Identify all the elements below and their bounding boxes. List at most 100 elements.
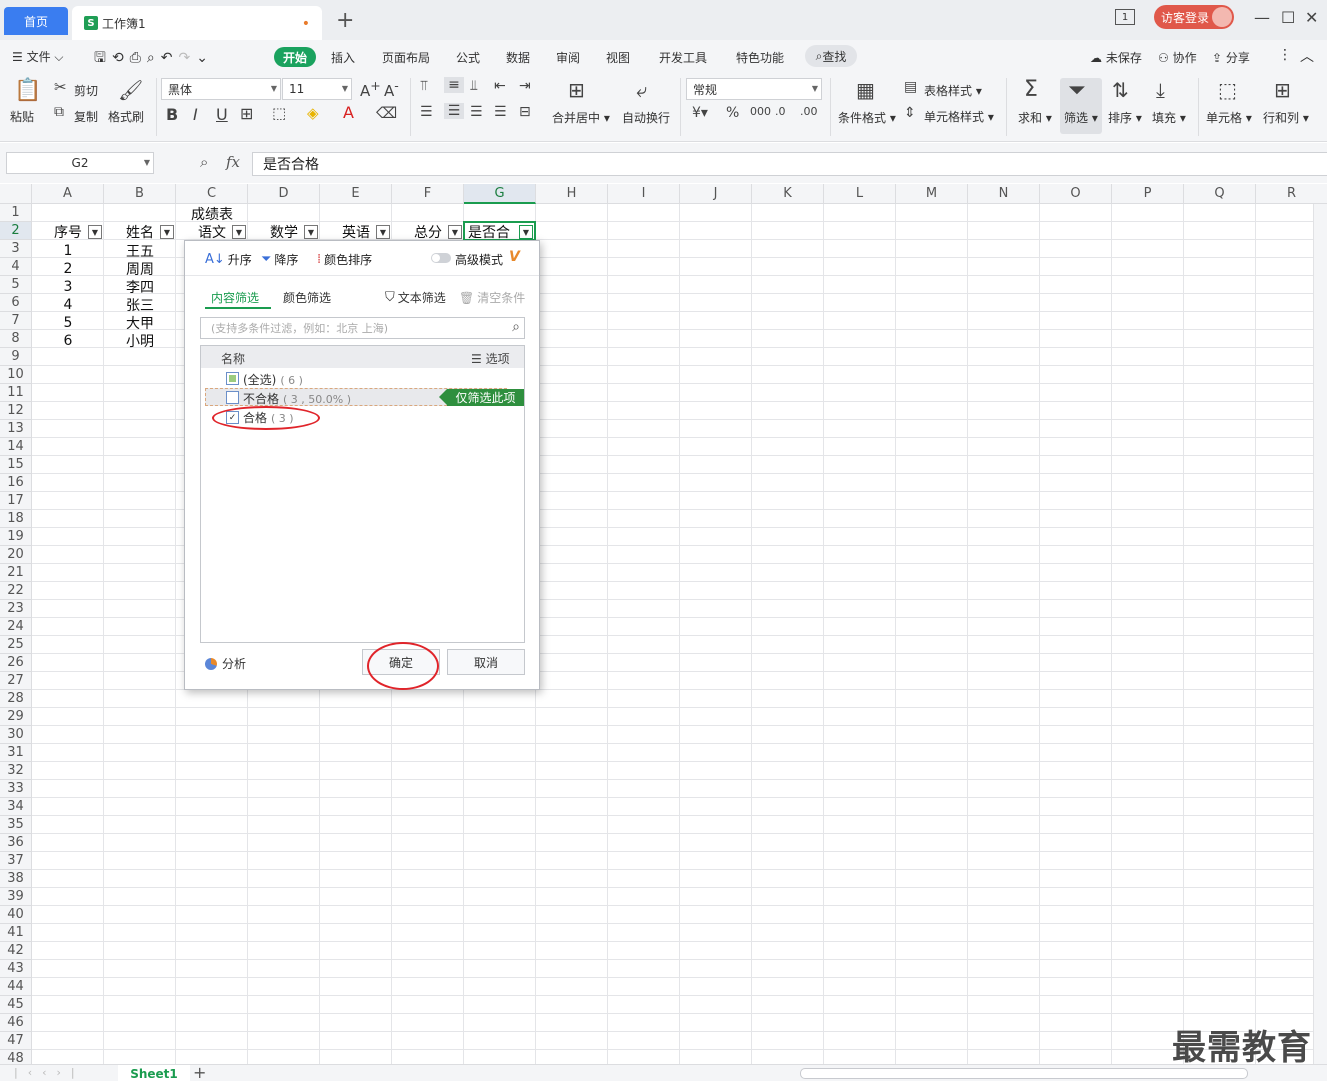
row-header-12[interactable]: 12	[0, 402, 32, 420]
cell-b3[interactable]: 王五	[104, 242, 176, 260]
sort-asc-button[interactable]: A↓ 升序	[205, 251, 252, 268]
justify-icon[interactable]: ☰	[494, 104, 507, 120]
column-header-m[interactable]: M	[896, 184, 968, 204]
unsaved-status[interactable]: ☁ 未保存	[1090, 49, 1142, 66]
column-header-e[interactable]: E	[320, 184, 392, 204]
menu-special[interactable]: 特色功能	[736, 49, 784, 66]
fill-button[interactable]: 填充 ▾	[1152, 109, 1186, 126]
search-icon[interactable]: ⌕	[512, 319, 520, 335]
tab-color-filter[interactable]: 颜色筛选	[283, 289, 331, 306]
cell-a4[interactable]: 2	[32, 260, 104, 278]
collab-button[interactable]: ⚇ 协作	[1158, 49, 1197, 66]
italic-icon[interactable]: I	[193, 105, 198, 124]
conditional-format-button[interactable]: 条件格式 ▾	[838, 109, 896, 126]
wrap-text-button[interactable]: 自动换行	[622, 109, 670, 126]
conditional-format-icon[interactable]: ▦	[856, 78, 875, 102]
cell-a8[interactable]: 6	[32, 332, 104, 350]
row-header-30[interactable]: 30	[0, 726, 32, 744]
align-top-icon[interactable]: ⫪	[420, 78, 428, 94]
row-header-43[interactable]: 43	[0, 960, 32, 978]
row-header-23[interactable]: 23	[0, 600, 32, 618]
column-header-q[interactable]: Q	[1184, 184, 1256, 204]
row-header-34[interactable]: 34	[0, 798, 32, 816]
cell-style-icon[interactable]: ⇕	[904, 105, 916, 121]
checkbox-select-all[interactable]	[226, 372, 239, 385]
column-header-p[interactable]: P	[1112, 184, 1184, 204]
row-header-5[interactable]: 5	[0, 276, 32, 294]
row-header-40[interactable]: 40	[0, 906, 32, 924]
column-header-n[interactable]: N	[968, 184, 1040, 204]
row-col-icon[interactable]: ⊞	[1274, 78, 1291, 102]
print-preview-icon[interactable]: ⌕	[147, 50, 161, 66]
row-header-4[interactable]: 4	[0, 258, 32, 276]
cut-button[interactable]: 剪切	[74, 82, 98, 99]
menu-page-layout[interactable]: 页面布局	[382, 49, 430, 66]
sort-icon[interactable]: ⇅	[1112, 78, 1129, 102]
percent-icon[interactable]: %	[726, 105, 739, 121]
thousands-icon[interactable]: 000	[750, 105, 771, 118]
text-filter-button[interactable]: ⛉ 文本筛选	[385, 289, 446, 306]
row-header-28[interactable]: 28	[0, 690, 32, 708]
row-col-button[interactable]: 行和列 ▾	[1263, 109, 1309, 126]
cell-b4[interactable]: 周周	[104, 260, 176, 278]
row-header-3[interactable]: 3	[0, 240, 32, 258]
menu-start[interactable]: 开始	[274, 47, 316, 67]
column-header-c[interactable]: C	[176, 184, 248, 204]
tab-home[interactable]: 首页	[4, 7, 68, 35]
font-color-icon[interactable]: A	[343, 103, 354, 122]
column-header-a[interactable]: A	[32, 184, 104, 204]
sum-icon[interactable]: Σ	[1024, 77, 1038, 102]
indent-increase-icon[interactable]: ⇥	[519, 78, 531, 94]
clear-format-icon[interactable]: ⌫	[376, 104, 397, 122]
merge-center-icon[interactable]: ⊞	[568, 78, 585, 102]
row-header-16[interactable]: 16	[0, 474, 32, 492]
font-size-select[interactable]: 11 ▼	[282, 78, 352, 100]
border-icon[interactable]: ⊞	[240, 104, 253, 123]
cell-b6[interactable]: 张三	[104, 296, 176, 314]
filter-dropdown-f[interactable]: ▼	[448, 225, 462, 239]
quick-access-icons[interactable]: 🖫⟲⎙⌕↶↷⌄	[94, 47, 214, 71]
column-header-l[interactable]: L	[824, 184, 896, 204]
font-name-select[interactable]: 黑体 ▼	[161, 78, 281, 100]
file-menu[interactable]: ☰ 文件 ⌵	[12, 48, 64, 65]
only-filter-this-button[interactable]: 仅筛选此项	[439, 389, 524, 406]
row-header-15[interactable]: 15	[0, 456, 32, 474]
filter-dropdown-e[interactable]: ▼	[376, 225, 390, 239]
fill-color-icon[interactable]: ◈	[307, 104, 319, 122]
decimal-decrease-icon[interactable]: .00	[800, 105, 818, 118]
login-button[interactable]: 访客登录	[1154, 5, 1234, 29]
table-style-button[interactable]: 表格样式 ▾	[924, 82, 982, 99]
cancel-button[interactable]: 取消	[447, 649, 525, 675]
filter-dropdown-c[interactable]: ▼	[232, 225, 246, 239]
scissors-icon[interactable]: ✂	[54, 78, 67, 96]
underline-icon[interactable]: U	[216, 105, 228, 124]
row-header-7[interactable]: 7	[0, 312, 32, 330]
row-header-47[interactable]: 47	[0, 1032, 32, 1050]
paste-button[interactable]: 粘贴	[10, 108, 34, 125]
font-grow-icon[interactable]: A+	[360, 78, 381, 100]
tab-content-filter[interactable]: 内容筛选	[211, 289, 259, 306]
format-painter-icon[interactable]: 🖌	[118, 78, 143, 102]
column-header-j[interactable]: J	[680, 184, 752, 204]
sheet-nav-icons[interactable]: |‹‹›|	[14, 1066, 85, 1079]
close-button[interactable]: ✕	[1305, 8, 1318, 27]
align-left-icon[interactable]: ☰	[420, 104, 433, 120]
bold-icon[interactable]: B	[166, 105, 178, 124]
row-header-46[interactable]: 46	[0, 1014, 32, 1032]
row-header-38[interactable]: 38	[0, 870, 32, 888]
collapse-ribbon-icon[interactable]: ︿	[1300, 46, 1314, 66]
maximize-button[interactable]: ☐	[1281, 8, 1295, 27]
format-painter-button[interactable]: 格式刷	[108, 108, 144, 125]
vertical-scrollbar[interactable]	[1313, 204, 1327, 1064]
checkbox-unqualified[interactable]	[226, 391, 239, 404]
formula-input[interactable]: 是否合格	[252, 152, 1327, 176]
sort-desc-button[interactable]: ⏷ 降序	[261, 251, 298, 268]
copy-button[interactable]: 复制	[74, 108, 98, 125]
font-shrink-icon[interactable]: A-	[384, 78, 399, 100]
redo-icon[interactable]: ↷	[178, 50, 196, 66]
column-header-g[interactable]: G	[464, 184, 536, 204]
column-header-i[interactable]: I	[608, 184, 680, 204]
new-tab-button[interactable]: +	[336, 8, 354, 33]
row-header-31[interactable]: 31	[0, 744, 32, 762]
cell-c1-title[interactable]: 成绩表	[176, 205, 248, 223]
